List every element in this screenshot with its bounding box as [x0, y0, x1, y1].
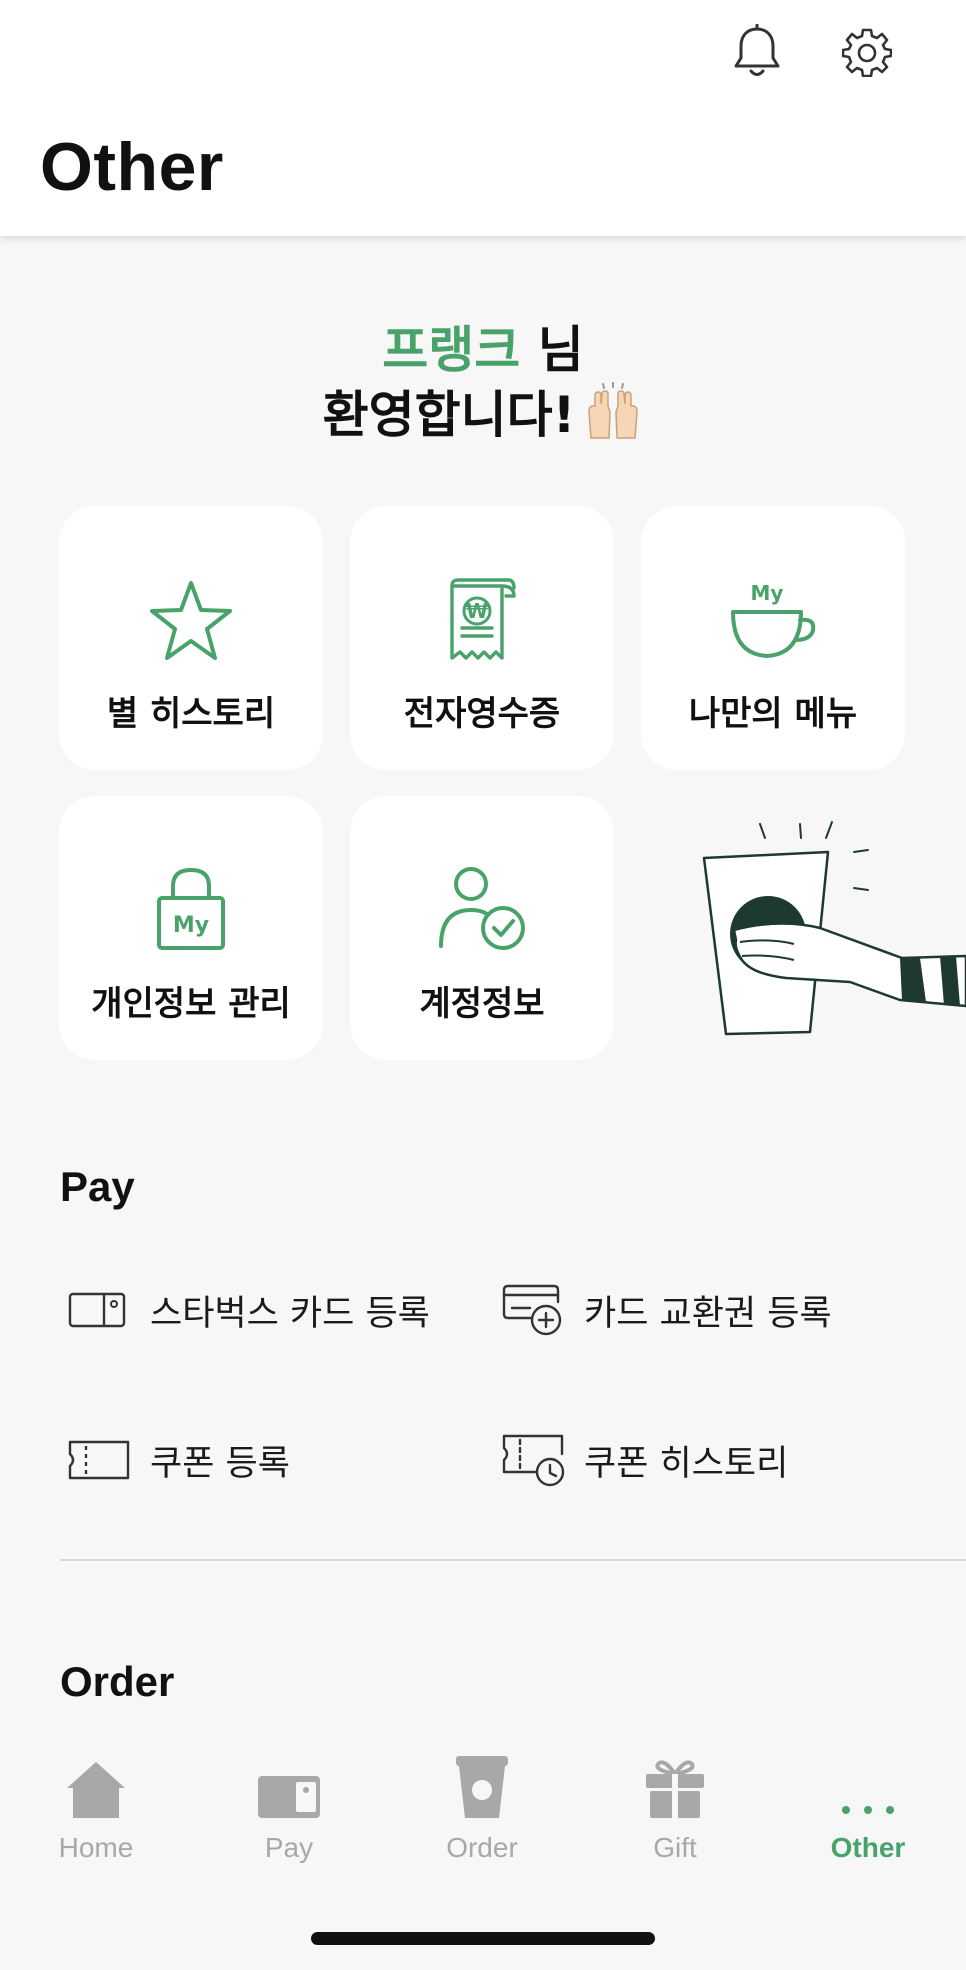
tab-pay[interactable]: Pay [214, 1740, 364, 1864]
tab-label: Gift [653, 1832, 697, 1863]
welcome-line-2: 환영합니다! [0, 381, 966, 455]
tile-star-history[interactable]: 별 히스토리 [59, 506, 323, 770]
tile-label: 전자영수증 [403, 694, 561, 734]
tab-label: Pay [264, 1832, 314, 1863]
tile-privacy[interactable]: My 개인정보 관리 [59, 796, 323, 1060]
my-cup-icon: My [727, 572, 819, 662]
gift-icon [644, 1740, 706, 1820]
honorific: 님 [520, 321, 584, 379]
pay-item-coupon-history[interactable]: 쿠폰 히스토리 [502, 1430, 788, 1490]
user-check-icon [437, 862, 527, 952]
tile-label: 개인정보 관리 [91, 984, 291, 1024]
tile-my-menu[interactable]: My 나만의 메뉴 [641, 506, 905, 770]
bell-icon[interactable] [726, 20, 788, 84]
tab-other[interactable]: Other [793, 1740, 943, 1864]
hand-cup-illustration [690, 810, 966, 1050]
home-icon [65, 1740, 127, 1820]
card-icon [68, 1282, 136, 1338]
pay-item-label: 쿠폰 히스토리 [584, 1443, 789, 1484]
coupon-icon [68, 1432, 136, 1488]
pay-item-register-voucher[interactable]: 카드 교환권 등록 [502, 1280, 832, 1340]
tile-e-receipt[interactable]: ₩ 전자영수증 [350, 506, 614, 770]
welcome-message: 프랭크 님 환영합니다! [0, 318, 966, 455]
user-name: 프랭크 [382, 321, 521, 379]
card-add-icon [502, 1282, 570, 1338]
tile-account-info[interactable]: 계정정보 [350, 796, 614, 1060]
currency-symbol: ₩ [466, 599, 488, 623]
top-header: Other [0, 0, 966, 236]
receipt-icon: ₩ [444, 572, 520, 662]
coupon-history-icon [502, 1432, 570, 1488]
more-icon [838, 1740, 898, 1820]
page-title: Other [40, 129, 224, 205]
pay-item-label: 쿠폰 등록 [150, 1443, 290, 1484]
welcome-text: 환영합니다! [322, 386, 576, 444]
pay-item-label: 카드 교환권 등록 [584, 1293, 832, 1334]
lock-icon: My [155, 862, 227, 952]
tab-gift[interactable]: Gift [600, 1740, 750, 1864]
tab-label: Home [58, 1832, 134, 1863]
order-section-title: Order [60, 1658, 175, 1705]
raised-hands-icon [583, 381, 643, 455]
pay-item-register-card[interactable]: 스타벅스 카드 등록 [68, 1280, 430, 1340]
my-badge: My [751, 581, 784, 605]
tab-label: Other [830, 1832, 906, 1863]
welcome-line-1: 프랭크 님 [0, 318, 966, 382]
cup-icon [454, 1740, 510, 1820]
my-badge: My [173, 913, 209, 938]
tile-label: 별 히스토리 [106, 694, 276, 734]
tile-label: 나만의 메뉴 [688, 694, 858, 734]
pay-item-register-coupon[interactable]: 쿠폰 등록 [68, 1430, 290, 1490]
tab-label: Order [446, 1832, 518, 1863]
home-indicator[interactable] [311, 1932, 655, 1945]
tile-label: 계정정보 [419, 984, 545, 1024]
tab-order[interactable]: Order [407, 1740, 557, 1864]
gear-icon[interactable] [836, 20, 898, 84]
wallet-icon [256, 1740, 322, 1820]
star-icon [148, 572, 234, 662]
section-divider [60, 1559, 966, 1561]
pay-item-label: 스타벅스 카드 등록 [150, 1293, 430, 1334]
pay-section-title: Pay [60, 1163, 135, 1210]
tab-home[interactable]: Home [21, 1740, 171, 1864]
